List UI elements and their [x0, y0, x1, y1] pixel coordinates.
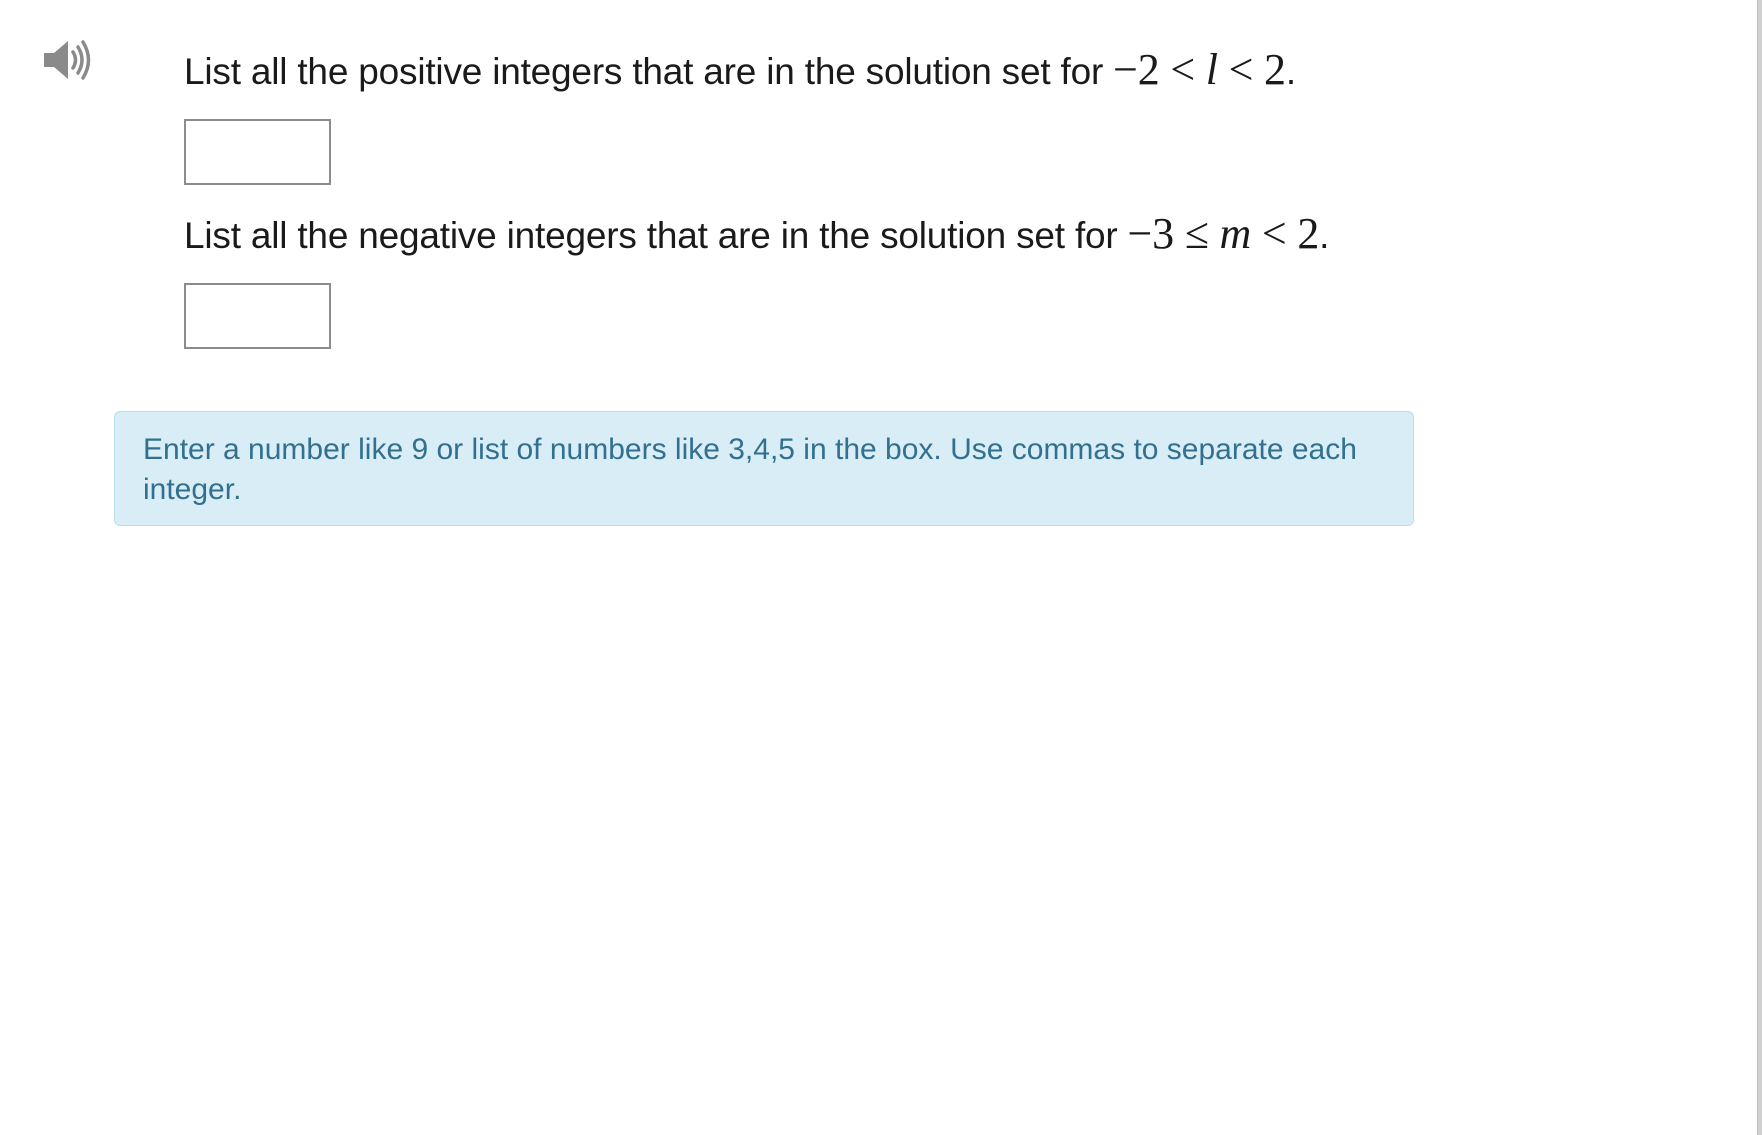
- hint-text: Enter a number like 9 or list of numbers…: [143, 433, 1357, 506]
- answer-input-1[interactable]: [184, 119, 331, 185]
- hint-alert: Enter a number like 9 or list of numbers…: [114, 411, 1414, 526]
- question-1-prompt: List all the positive integers that are …: [184, 51, 1104, 92]
- question-2-operator-1: ≤: [1184, 209, 1209, 258]
- question-2: List all the negative integers that are …: [184, 210, 1329, 260]
- audio-button[interactable]: [42, 36, 98, 84]
- speaker-volume-icon: [44, 40, 91, 80]
- question-2-period: .: [1319, 215, 1330, 256]
- question-1-operator-1: <: [1170, 45, 1195, 94]
- question-2-lhs: −3: [1127, 209, 1175, 258]
- question-2-inequality: −3 ≤ m < 2: [1128, 209, 1320, 258]
- scrollbar-edge[interactable]: [1757, 0, 1762, 1135]
- question-1-inequality: −2 < l < 2: [1113, 45, 1286, 94]
- question-2-variable: m: [1219, 209, 1252, 258]
- question-1: List all the positive integers that are …: [184, 46, 1296, 96]
- question-1-variable: l: [1205, 45, 1218, 94]
- question-2-prompt: List all the negative integers that are …: [184, 215, 1118, 256]
- question-1-lhs: −2: [1113, 45, 1160, 94]
- question-1-rhs: 2: [1264, 45, 1286, 94]
- question-1-operator-2: <: [1228, 45, 1254, 94]
- answer-input-2[interactable]: [184, 283, 331, 349]
- question-2-rhs: 2: [1297, 209, 1320, 258]
- question-2-operator-2: <: [1261, 209, 1287, 258]
- question-1-period: .: [1285, 51, 1296, 92]
